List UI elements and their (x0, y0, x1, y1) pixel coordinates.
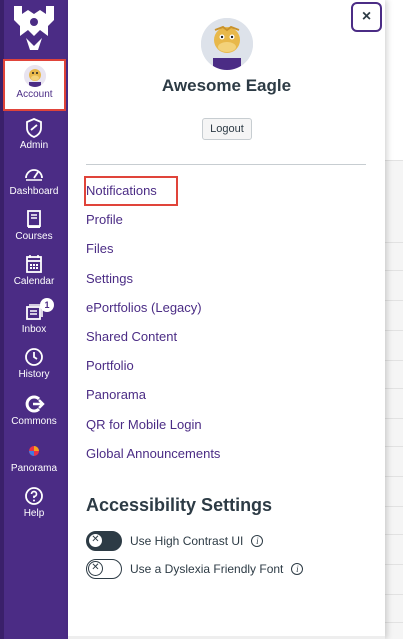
close-icon: × (361, 8, 372, 25)
high-contrast-setting: ✕ Use High Contrast UI i (86, 531, 264, 551)
background-divider (385, 476, 403, 477)
nav-calendar-label: Calendar (13, 276, 55, 287)
info-icon[interactable]: i (291, 563, 304, 575)
background-divider (385, 270, 403, 271)
nav-history-label: History (18, 369, 50, 380)
nav-admin-label: Admin (19, 140, 49, 151)
divider (86, 164, 366, 165)
nav-commons-label: Commons (11, 416, 57, 427)
background-divider (385, 446, 403, 447)
link-label: Profile (86, 212, 123, 228)
help-icon (25, 487, 43, 505)
global-nav: Account Admin Dashboard Courses Calendar… (0, 0, 68, 639)
link-label: Panorama (86, 387, 146, 403)
background-divider (385, 330, 403, 331)
nav-history[interactable]: History (2, 346, 66, 381)
close-tray-button[interactable]: × (351, 2, 382, 32)
dashboard-icon (25, 169, 43, 181)
background-divider (385, 564, 403, 565)
inbox-unread-badge: 1 (40, 298, 54, 312)
shield-icon (26, 118, 42, 138)
nav-calendar[interactable]: Calendar (2, 253, 66, 288)
nav-help-label: Help (23, 508, 45, 519)
link-eportfolios[interactable]: ePortfolios (Legacy) (86, 293, 366, 322)
high-contrast-toggle[interactable]: ✕ (86, 531, 122, 551)
link-global-announcements[interactable]: Global Announcements (86, 439, 366, 468)
eagle-logo-icon (14, 6, 54, 50)
background-divider (385, 360, 403, 361)
link-qr-mobile-login[interactable]: QR for Mobile Login (86, 410, 366, 439)
nav-account-label: Account (16, 89, 53, 100)
link-portfolio[interactable]: Portfolio (86, 351, 366, 380)
link-label: Settings (86, 270, 133, 286)
link-files[interactable]: Files (86, 234, 366, 263)
toggle-off-x-icon: ✕ (88, 561, 103, 576)
link-settings[interactable]: Settings (86, 264, 366, 293)
nav-commons[interactable]: Commons (2, 393, 66, 428)
background-divider (385, 242, 403, 243)
accessibility-settings-heading: Accessibility Settings (86, 495, 273, 515)
account-links: Notifications Profile Files Settings ePo… (84, 176, 366, 468)
high-contrast-label: Use High Contrast UI (130, 534, 244, 548)
background-divider (385, 506, 403, 507)
nav-panorama[interactable]: Panorama (2, 440, 66, 475)
link-label: Notifications (84, 176, 178, 206)
background-divider (385, 594, 403, 595)
link-label: QR for Mobile Login (86, 416, 202, 432)
link-shared-content[interactable]: Shared Content (86, 322, 366, 351)
background-divider (385, 622, 403, 623)
commons-icon (25, 395, 45, 413)
panorama-icon (29, 446, 39, 456)
account-tray: × Awesome Eagle Logout Notifications Pro… (68, 0, 385, 639)
background-divider (385, 160, 403, 161)
dyslexia-font-label: Use a Dyslexia Friendly Font (130, 562, 284, 576)
school-logo[interactable] (8, 2, 60, 54)
user-avatar (201, 18, 253, 70)
link-label: ePortfolios (Legacy) (86, 299, 202, 315)
user-name: Awesome Eagle (161, 76, 292, 95)
nav-dashboard-label: Dashboard (9, 186, 59, 197)
background-divider (385, 388, 403, 389)
link-label: Files (86, 241, 114, 257)
toggle-off-x-icon: ✕ (88, 533, 103, 548)
background-divider (385, 534, 403, 535)
link-notifications[interactable]: Notifications (84, 176, 366, 206)
info-icon[interactable]: i (251, 535, 264, 547)
book-icon (27, 210, 41, 228)
nav-help[interactable]: Help (2, 485, 66, 520)
background-divider (385, 300, 403, 301)
link-label: Global Announcements (86, 445, 221, 461)
nav-courses-label: Courses (15, 231, 53, 242)
nav-inbox-label: Inbox (21, 324, 47, 335)
link-label: Shared Content (86, 328, 178, 344)
dyslexia-font-setting: ✕ Use a Dyslexia Friendly Font i (86, 559, 304, 579)
link-profile[interactable]: Profile (86, 205, 366, 234)
nav-admin[interactable]: Admin (2, 117, 66, 152)
nav-courses[interactable]: Courses (2, 208, 66, 243)
clock-icon (25, 348, 43, 366)
nav-dashboard[interactable]: Dashboard (2, 163, 66, 198)
background-page-header (385, 0, 403, 160)
logout-button[interactable]: Logout (202, 118, 252, 140)
calendar-icon (26, 255, 42, 273)
nav-panorama-label: Panorama (10, 463, 58, 474)
link-label: Portfolio (86, 358, 134, 374)
avatar (23, 65, 46, 87)
background-divider (385, 418, 403, 419)
nav-inbox[interactable]: 1 Inbox (2, 298, 66, 336)
dyslexia-font-toggle[interactable]: ✕ (86, 559, 122, 579)
link-panorama[interactable]: Panorama (86, 380, 366, 409)
nav-account[interactable]: Account (3, 59, 66, 111)
